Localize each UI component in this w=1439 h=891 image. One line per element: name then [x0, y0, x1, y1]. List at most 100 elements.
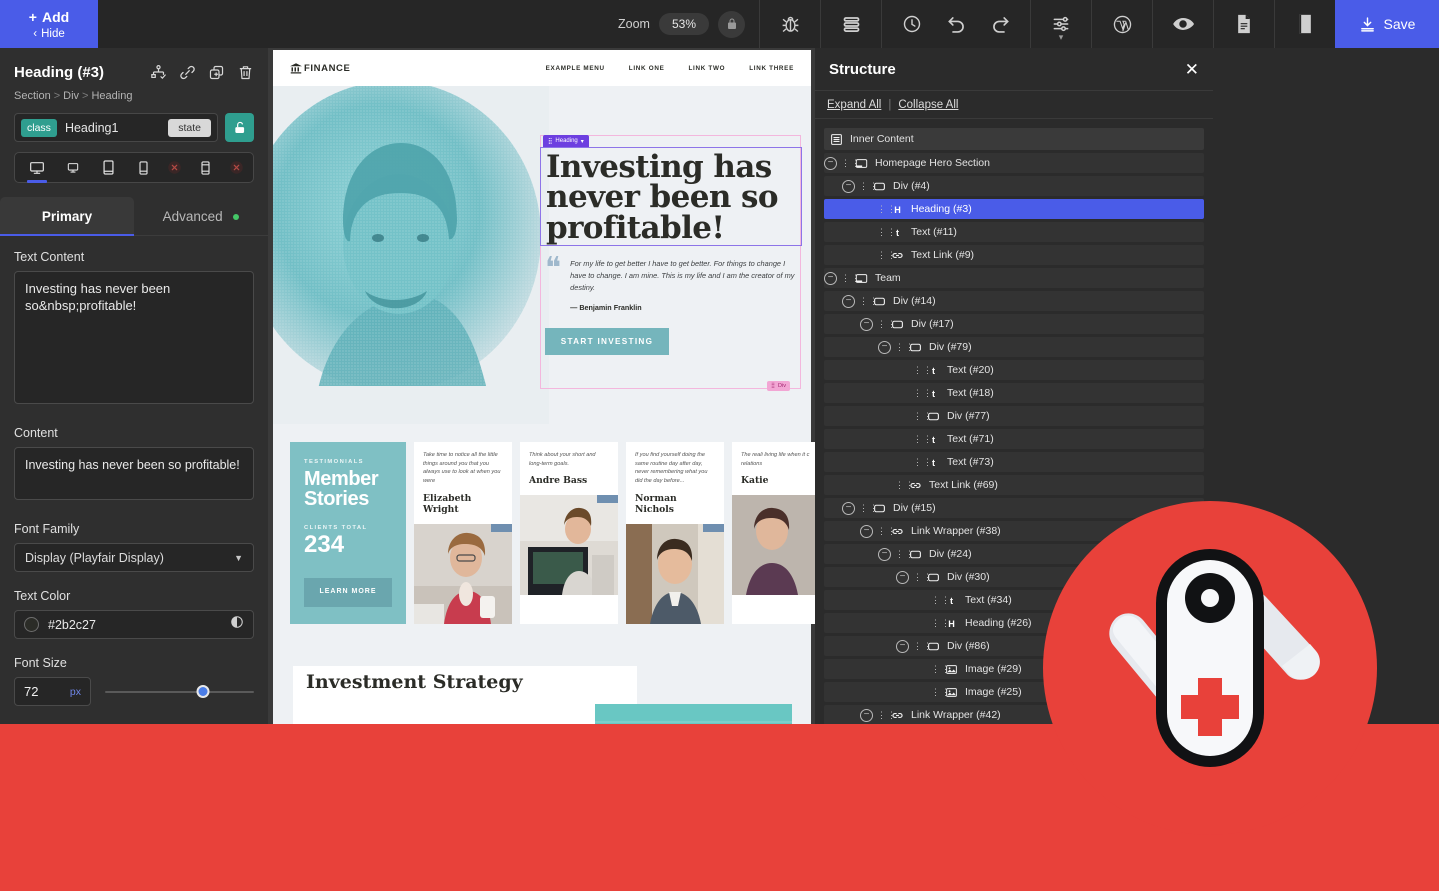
tree-node-div-4[interactable]: − ⋮⋮ Div (#4) [824, 176, 1204, 196]
collapse-toggle-icon[interactable]: − [824, 156, 837, 170]
drag-grip-icon[interactable]: ⋮⋮ [931, 595, 950, 604]
drag-grip-icon[interactable]: ⋮⋮ [913, 365, 932, 374]
tree-node-div-17[interactable]: − ⋮⋮ Div (#17) [824, 314, 1204, 334]
slider-knob[interactable] [196, 685, 210, 698]
testimonial-card[interactable]: Think about your short and long-term goa… [520, 442, 618, 624]
drag-grip-icon[interactable]: ⋮⋮ [913, 434, 932, 443]
breadcrumb-item-1[interactable]: Div [63, 90, 79, 102]
testimonial-card[interactable]: If you find yourself doing the same rout… [626, 442, 724, 624]
bug-icon[interactable] [768, 0, 812, 48]
wordpress-icon[interactable] [1100, 0, 1144, 48]
add-button[interactable]: + Add [29, 9, 69, 25]
font-family-select[interactable]: Display (Playfair Display) ▼ [14, 543, 254, 572]
tree-root-inner-content[interactable]: Inner Content [824, 128, 1204, 150]
redo-icon[interactable] [978, 0, 1022, 48]
design-canvas[interactable]: FINANCE EXAMPLE MENU LINK ONE LINK TWO L… [268, 48, 815, 724]
breadcrumb-item-0[interactable]: Section [14, 90, 51, 102]
preview-eye-icon[interactable] [1161, 0, 1205, 48]
breadcrumb-item-2[interactable]: Heading [91, 90, 132, 102]
save-button[interactable]: Save [1335, 0, 1439, 48]
tree-node-text-73[interactable]: ⋮⋮ t Text (#73) [824, 452, 1204, 472]
nav-link-0[interactable]: EXAMPLE MENU [546, 65, 605, 72]
text-color-value[interactable]: #2b2c27 [48, 618, 221, 632]
collapse-toggle-icon[interactable]: − [860, 708, 873, 722]
heading-badge[interactable]: ⣿ Heading ▾ [543, 135, 589, 147]
collapse-toggle-icon[interactable]: − [860, 524, 873, 538]
drag-grip-icon[interactable]: ⋮⋮ [895, 480, 914, 489]
drag-grip-icon[interactable]: ⋮⋮ [895, 549, 914, 558]
collapse-toggle-icon[interactable]: − [842, 179, 855, 193]
drag-grip-icon[interactable]: ⋮⋮ [913, 411, 932, 420]
drag-grip-icon[interactable]: ⋮⋮ [931, 664, 950, 673]
learn-more-button[interactable]: LEARN MORE [304, 578, 392, 607]
content-input[interactable] [14, 447, 254, 500]
hero-section[interactable]: ⣿ Div ⣿ Heading ▾ Investing has never be… [273, 86, 811, 424]
drag-grip-icon[interactable]: ⋮⋮ [877, 250, 896, 259]
delete-icon[interactable] [237, 64, 254, 81]
select-parent-icon[interactable] [150, 64, 167, 81]
text-color-picker[interactable]: #2b2c27 [14, 610, 254, 639]
drag-grip-icon[interactable]: ⋮⋮ [931, 687, 950, 696]
duplicate-icon[interactable] [208, 64, 225, 81]
nav-link-2[interactable]: LINK TWO [688, 65, 725, 72]
drag-grip-icon[interactable]: ⋮⋮ [859, 296, 878, 305]
drag-grip-icon[interactable]: ⋮⋮ [877, 710, 896, 719]
tree-node-text-20[interactable]: ⋮⋮ t Text (#20) [824, 360, 1204, 380]
collapse-toggle-icon[interactable]: − [878, 340, 891, 354]
add-hide-button[interactable]: + Add ‹ Hide [0, 0, 98, 48]
class-name-input[interactable]: Heading1 [65, 121, 160, 135]
collapse-toggle-icon[interactable]: − [878, 547, 891, 561]
testimonials-section[interactable]: TESTIMONIALS Member Stories CLIENTS TOTA… [273, 424, 815, 644]
lock-icon[interactable] [718, 10, 745, 38]
collapse-toggle-icon[interactable]: − [824, 271, 837, 285]
undo-icon[interactable] [934, 0, 978, 48]
tree-node-text-11[interactable]: ⋮⋮ t Text (#11) [824, 222, 1204, 242]
breakpoint-desktop[interactable] [24, 152, 50, 183]
state-button[interactable]: state [168, 118, 211, 137]
collapse-toggle-icon[interactable]: − [896, 639, 909, 653]
collapse-toggle-icon[interactable]: − [842, 501, 855, 515]
drag-grip-icon[interactable]: ⋮⋮ [913, 457, 932, 466]
breakpoint-disabled-1[interactable] [167, 152, 183, 183]
breakpoint-mobile-landscape[interactable] [131, 152, 157, 183]
tree-node-div-14[interactable]: − ⋮⋮ Div (#14) [824, 291, 1204, 311]
zoom-value[interactable]: 53% [658, 13, 709, 35]
drag-grip-icon[interactable]: ⋮⋮ [841, 158, 860, 167]
close-icon[interactable]: ✕ [1185, 61, 1199, 78]
tree-node-text-18[interactable]: ⋮⋮ t Text (#18) [824, 383, 1204, 403]
site-logo[interactable]: FINANCE [290, 63, 350, 74]
testimonial-card[interactable]: The reali living life when it c relation… [732, 442, 815, 624]
drag-grip-icon[interactable]: ⋮⋮ [913, 572, 932, 581]
tree-node-div-79[interactable]: − ⋮⋮ Div (#79) [824, 337, 1204, 357]
text-content-input[interactable] [14, 271, 254, 404]
expand-all-link[interactable]: Expand All [827, 99, 881, 111]
font-size-unit[interactable]: px [70, 686, 81, 698]
drag-grip-icon[interactable]: ⋮⋮ [859, 181, 878, 190]
drag-grip-icon[interactable]: ⋮⋮ [877, 227, 896, 236]
tree-node-text-link-9[interactable]: ⋮⋮ Text Link (#9) [824, 245, 1204, 265]
drag-grip-icon[interactable]: ⋮⋮ [859, 503, 878, 512]
drag-grip-icon[interactable]: ⋮⋮ [895, 342, 914, 351]
drag-grip-icon[interactable]: ⋮⋮ [913, 641, 932, 650]
history-clock-icon[interactable] [890, 0, 934, 48]
hero-heading-selected[interactable]: Investing has never been so profitable! [540, 147, 802, 247]
testimonial-card[interactable]: Take time to notice all the little thing… [414, 442, 512, 624]
tree-node-team[interactable]: − ⋮⋮ Team [824, 268, 1204, 288]
breakpoint-tablet[interactable] [95, 152, 121, 183]
tab-advanced[interactable]: Advanced [134, 197, 268, 236]
drag-grip-icon[interactable]: ⋮⋮ [841, 273, 860, 282]
tree-node-heading-3[interactable]: ⋮⋮ H Heading (#3) [824, 199, 1204, 219]
strategy-section[interactable]: Investment Strategy [273, 643, 811, 724]
nav-link-3[interactable]: LINK THREE [749, 65, 794, 72]
drag-grip-icon[interactable]: ⋮⋮ [877, 526, 896, 535]
drag-grip-icon[interactable]: ⋮⋮ [877, 204, 896, 213]
tree-node-text-71[interactable]: ⋮⋮ t Text (#71) [824, 429, 1204, 449]
library-icon[interactable] [1283, 0, 1327, 48]
link-icon[interactable] [179, 64, 196, 81]
breakpoint-laptop[interactable] [60, 152, 86, 183]
breakpoint-disabled-2[interactable] [228, 152, 244, 183]
font-size-slider[interactable] [105, 685, 254, 699]
tree-node-homepage-hero-section[interactable]: − ⋮⋮ Homepage Hero Section [824, 153, 1204, 173]
tree-node-div-77[interactable]: ⋮⋮ Div (#77) [824, 406, 1204, 426]
collapse-toggle-icon[interactable]: − [860, 317, 873, 331]
